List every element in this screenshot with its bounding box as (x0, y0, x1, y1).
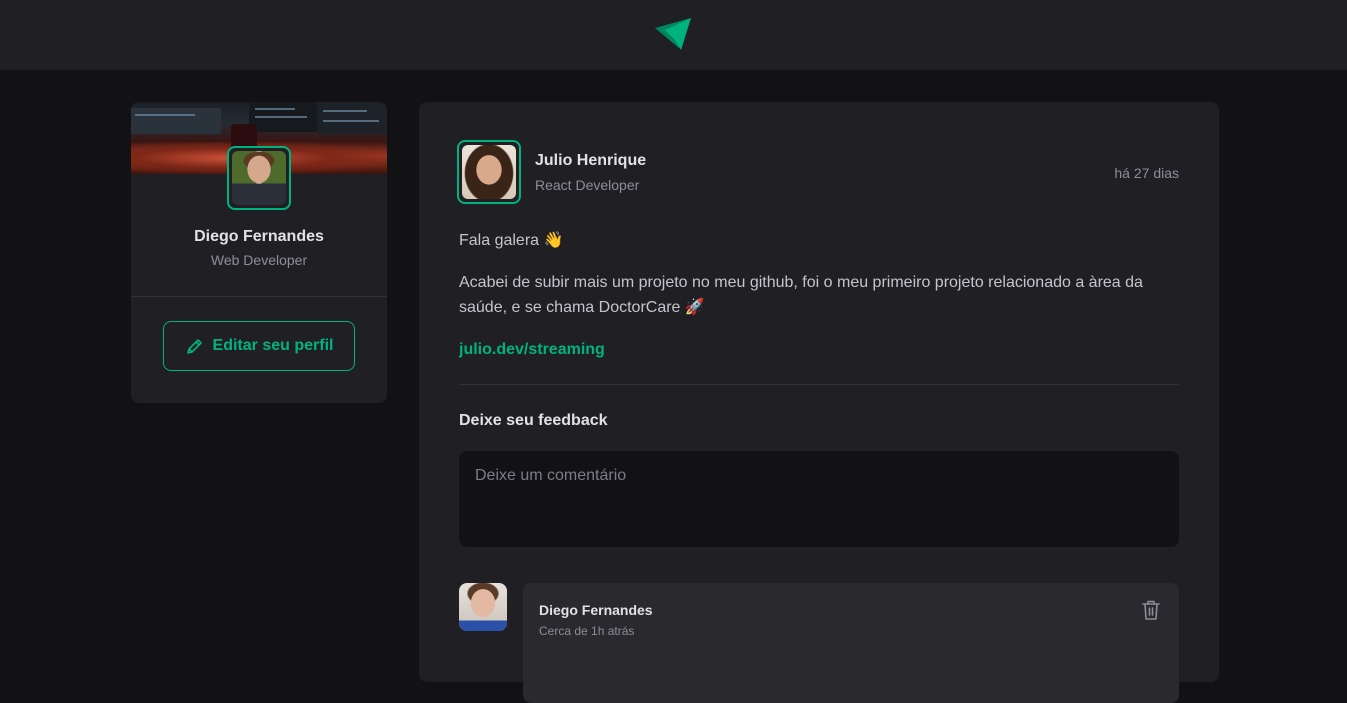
sidebar-divider (131, 296, 387, 297)
feedback-title: Deixe seu feedback (459, 412, 608, 429)
comment-author: Diego Fernandes (539, 602, 653, 618)
pencil-icon (186, 339, 202, 354)
post-card: Julio Henrique React Developer há 27 dia… (419, 102, 1219, 703)
post-paragraph: Fala galera 👋 (459, 232, 564, 249)
comment-input[interactable] (459, 451, 1179, 547)
comment-timestamp: Cerca de 1h atrás (539, 624, 635, 638)
post-paragraph: Acabei de subir mais um projeto no meu g… (459, 274, 1143, 316)
post-timestamp: há 27 dias (1114, 165, 1179, 181)
profile-sidebar: Diego Fernandes Web Developer Editar seu… (131, 102, 387, 403)
post-author-role: React Developer (535, 177, 640, 193)
post-author-name: Julio Henrique (535, 152, 647, 169)
post-content: Fala galera 👋 Acabei de subir mais um pr… (459, 228, 1179, 379)
profile-role: Web Developer (210, 252, 308, 268)
trash-icon[interactable] (1141, 599, 1161, 621)
edit-profile-button[interactable]: Editar seu perfil (163, 321, 355, 371)
edit-profile-label: Editar seu perfil (212, 337, 334, 354)
post-divider (459, 384, 1179, 385)
comment-card: Diego Fernandes Cerca de 1h atrás (523, 583, 1179, 703)
profile-name: Diego Fernandes (194, 228, 324, 245)
app-header (0, 0, 1347, 70)
ignite-logo-icon[interactable] (654, 18, 693, 52)
post-author-avatar[interactable] (457, 140, 521, 204)
profile-avatar[interactable] (227, 146, 291, 210)
comment-avatar[interactable] (459, 583, 507, 631)
post-link[interactable]: julio.dev/streaming (459, 341, 605, 358)
